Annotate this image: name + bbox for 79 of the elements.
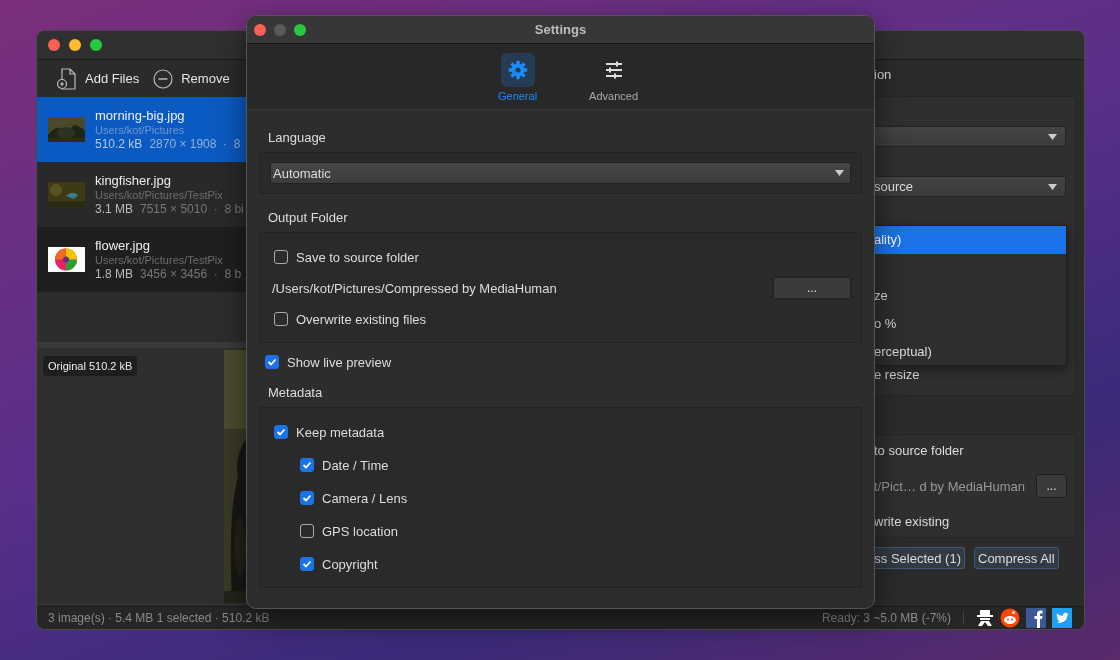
checkbox-option[interactable]: Keep metadata [274,421,851,443]
settings-icon [507,60,528,80]
file-plus-icon [57,67,77,90]
compress-all-button[interactable]: Compress All [974,547,1059,569]
file-size: 510.2 kB [95,137,143,151]
compress-selected-button[interactable]: ss Selected (1) [874,547,965,569]
file-details: 2870 × 1908 · 8 [149,137,241,151]
option-label: write existing [874,514,951,529]
checkmark-icon [302,493,312,503]
menu-item[interactable]: erceptual) [874,338,1066,366]
add-files-button[interactable]: Add Files [57,67,140,90]
splitter-handle[interactable] [37,342,246,348]
checkbox-option[interactable]: Overwrite existing files [274,308,851,330]
checkbox-option[interactable]: Show live preview [259,351,862,373]
file-path: Users/kot/Pictures/TestPix [95,189,224,201]
file-row[interactable]: morning-big.jpg Users/kot/Pictures 510.2 kB 2870 × 1908 · 8 [37,97,246,162]
browse-button[interactable]: ... [773,277,851,299]
file-path: Users/kot/Pictures/TestPix [95,254,224,266]
checkbox-option[interactable]: Date / Time [274,454,851,476]
file-size: 3.1 MB [95,202,133,216]
checkmark-icon [302,559,312,569]
dropdown-arrow-icon [1048,183,1057,190]
square-logo-icon[interactable] [1026,608,1046,628]
file-details: 7515 × 5010 · 8 bi [140,202,244,216]
checkmark-icon [276,427,286,437]
checkbox-option[interactable]: Camera / Lens [274,487,851,509]
folder-path: /Users/kot/Pictures/Compressed by MediaHuman [272,280,557,296]
checkbox-option[interactable]: Save to source folder [274,246,851,268]
remove-button[interactable]: Remove [153,68,230,89]
hat-figure-icon[interactable] [976,609,994,627]
language-dropdown[interactable]: Automatic [270,162,851,184]
checkbox[interactable] [300,557,314,571]
minimize-button[interactable] [69,39,81,51]
checkbox-option[interactable]: Copyright [274,553,851,575]
settings-tab[interactable]: Advanced [583,44,645,109]
checkbox[interactable] [265,355,279,369]
sliders-icon [603,60,624,80]
status-summary: Ready: 3 ~5.0 MB (-7%) [821,611,951,625]
checkbox-option[interactable]: GPS location [274,520,851,542]
file-details: 3456 × 3456 · 8 b [140,267,242,281]
minus-circle-icon [153,68,174,89]
zoom-button[interactable] [90,39,102,51]
checkbox[interactable] [274,312,288,326]
file-row[interactable]: flower.jpg Users/kot/Pictures/TestPix 1.8 MB 3456 × 3456 · 8 b [37,227,246,292]
checkbox[interactable] [274,250,288,264]
dropdown-arrow-icon [1048,133,1057,140]
file-name: kingfisher.jpg [95,173,172,188]
menu-item[interactable]: o % [874,310,1066,338]
menu-item[interactable]: ze [874,282,1066,310]
dropdown[interactable]: source [874,176,1066,197]
section-label: Metadata [267,385,324,400]
checkmark-icon [267,357,277,367]
robot-head-icon[interactable] [1000,608,1020,628]
option-label: e resize [874,367,920,382]
file-path: Users/kot/Pictures [95,124,186,136]
menu-item[interactable]: ality) [874,226,1066,254]
settings-tab[interactable]: General [491,44,544,109]
section-heading: ion [874,67,893,83]
file-size: 1.8 MB [95,267,133,281]
file-name: flower.jpg [95,238,151,253]
checkbox[interactable] [300,458,314,472]
browse-button[interactable]: ... [1036,474,1067,498]
section-label: Language [267,130,327,145]
zoom-button[interactable] [294,23,306,36]
window-title: Settings [534,22,587,37]
dropdown-arrow-icon [835,170,844,176]
option-label: to source folder [874,443,965,458]
folder-path: t/Pict… d by MediaHuman [874,478,1025,494]
checkmark-icon [302,460,312,470]
checkbox[interactable] [274,425,288,439]
close-button[interactable] [254,23,266,36]
status-text: 3 image(s) · 5.4 MB 1 selected · 510.2 kB [48,611,270,625]
original-size-badge: Original 510.2 kB [43,356,138,376]
file-name: morning-big.jpg [95,108,186,123]
section-label: Output Folder [267,210,349,225]
checkbox[interactable] [300,524,314,538]
close-button[interactable] [48,39,60,51]
bird-icon[interactable] [1052,608,1072,628]
checkbox[interactable] [300,491,314,505]
